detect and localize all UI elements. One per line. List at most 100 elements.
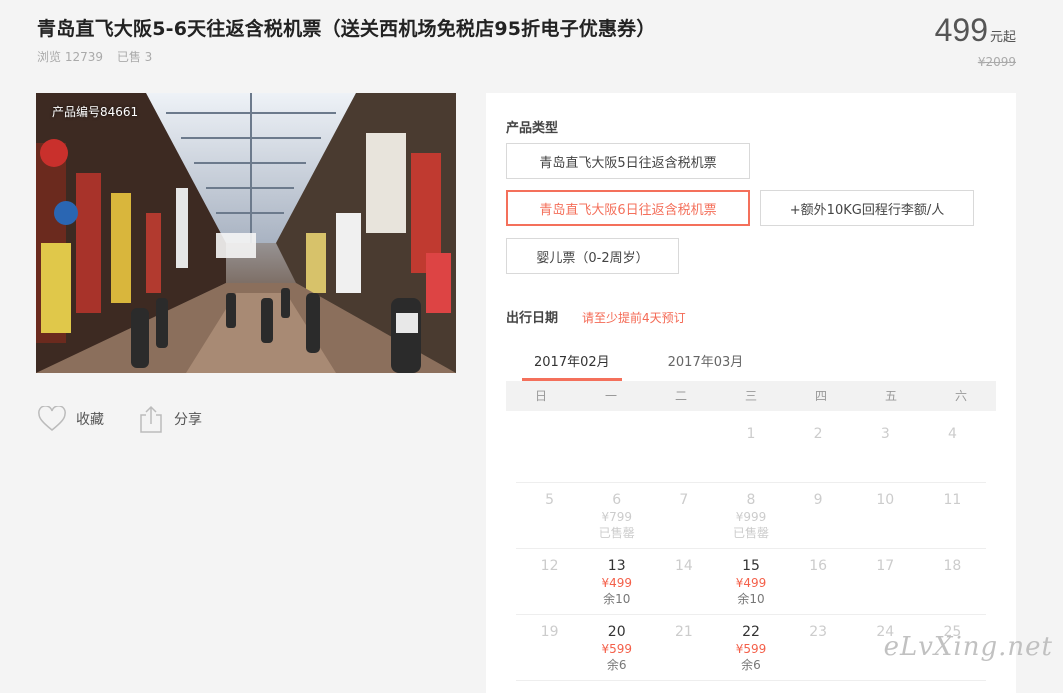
product-title: 青岛直飞大阪5-6天往返含税机票（送关西机场免税店95折电子优惠券）	[37, 18, 656, 40]
day-number: 19	[540, 624, 559, 640]
share-icon	[140, 405, 162, 433]
price-box: 499 元起 ¥2099	[935, 12, 1016, 69]
day-number: 22	[742, 624, 760, 640]
day-number: 12	[540, 558, 559, 574]
day-number: 18	[943, 558, 962, 574]
calendar-day: 4	[919, 417, 986, 482]
weekday-label: 五	[884, 389, 897, 403]
calendar-day: 14	[650, 549, 717, 614]
day-number: 23	[809, 624, 828, 640]
day-price: ¥499	[601, 576, 632, 590]
booking-hint: 请至少提前4天预订	[582, 311, 686, 325]
calendar-day: 17	[852, 549, 919, 614]
share-label: 分享	[174, 412, 202, 428]
day-number: 13	[607, 558, 626, 574]
date-label: 出行日期	[506, 311, 559, 326]
price-unit: 元起	[989, 30, 1016, 45]
product-photo: 产品编号84661	[36, 93, 456, 373]
calendar-day: 5	[516, 483, 583, 548]
day-price: ¥599	[601, 642, 632, 656]
share-button[interactable]: 分享	[138, 405, 202, 433]
calendar-day[interactable]: 20 ¥599 余6	[583, 615, 650, 680]
option-extra-luggage[interactable]: +额外10KG回程行李额/人	[760, 190, 974, 226]
calendar-day: 21	[650, 615, 717, 680]
day-number: 3	[880, 426, 890, 442]
day-number: 5	[545, 492, 555, 508]
option-infant-ticket[interactable]: 婴儿票（0-2周岁）	[506, 238, 679, 274]
calendar-week: 12 13 ¥499 余10 14 15 ¥499 余10 16 17 18	[516, 549, 986, 615]
calendar-day: 7	[650, 483, 717, 548]
day-number: 10	[876, 492, 895, 508]
weekday-header: 日 一 二 三 四 五 六	[506, 381, 996, 411]
day-number: 2	[813, 426, 823, 442]
month-tabs: 2017年02月 2017年03月	[522, 351, 789, 381]
calendar-day: 23	[785, 615, 852, 680]
weekday-label: 六	[954, 389, 967, 403]
calendar-day[interactable]: 22 ¥599 余6	[717, 615, 784, 680]
option-5day-ticket[interactable]: 青岛直飞大阪5日往返含税机票	[506, 143, 750, 179]
price-value: 499	[934, 12, 988, 48]
site-watermark: eLvXing.net	[883, 632, 1053, 662]
day-stock: 已售罄	[732, 526, 769, 540]
calendar-day[interactable]: 15 ¥499 余10	[717, 549, 784, 614]
day-number: 4	[947, 426, 957, 442]
calendar-day[interactable]: 13 ¥499 余10	[583, 549, 650, 614]
day-stock: 已售罄	[598, 526, 635, 540]
day-stock: 余6	[606, 658, 627, 672]
weekday-label: 日	[534, 389, 547, 403]
day-price: ¥799	[601, 510, 632, 524]
day-number: 17	[876, 558, 895, 574]
day-stock: 余6	[741, 658, 761, 672]
calendar-day: 16	[785, 549, 852, 614]
calendar-empty-cell	[516, 417, 583, 482]
action-bar: 收藏 分享	[38, 405, 236, 433]
option-6day-ticket[interactable]: 青岛直飞大阪6日往返含税机票	[506, 190, 750, 226]
day-number: 16	[809, 558, 828, 574]
day-number: 14	[674, 558, 693, 574]
product-meta: 浏览 12739 已售 3	[37, 48, 162, 65]
tab-month-mar[interactable]: 2017年03月	[656, 351, 756, 381]
calendar-empty-cell	[650, 417, 717, 482]
day-number: 8	[746, 492, 756, 508]
sold-count: 已售 3	[116, 50, 153, 64]
calendar-day: 2	[785, 417, 852, 482]
calendar-day: 9	[785, 483, 852, 548]
favorite-label: 收藏	[76, 412, 104, 428]
tab-month-feb[interactable]: 2017年02月	[522, 351, 622, 381]
calendar-day: 10	[852, 483, 919, 548]
day-number: 7	[679, 492, 689, 508]
day-number: 21	[674, 624, 693, 640]
calendar-week: 5 6 ¥799 已售罄 7 8 ¥999 已售罄 9 10 11	[516, 483, 986, 549]
product-type-label: 产品类型	[506, 121, 559, 136]
weekday-label: 一	[604, 389, 617, 403]
calendar-day: 1	[717, 417, 784, 482]
day-number: 15	[742, 558, 760, 574]
calendar-day: 12	[516, 549, 583, 614]
day-number: 11	[943, 492, 962, 508]
original-price: ¥2099	[977, 55, 1016, 69]
weekday-label: 二	[674, 389, 687, 403]
product-code-label: 产品编号84661	[52, 105, 139, 119]
booking-panel: 产品类型 青岛直飞大阪5日往返含税机票 青岛直飞大阪6日往返含税机票 +额外10…	[486, 93, 1016, 693]
day-number: 1	[746, 426, 756, 442]
calendar-day: 6 ¥799 已售罄	[583, 483, 650, 548]
favorite-button[interactable]: 收藏	[38, 405, 104, 433]
calendar-day: 11	[919, 483, 986, 548]
view-count: 浏览 12739	[37, 50, 103, 64]
day-stock: 余10	[603, 592, 631, 606]
calendar-week: 1 2 3 4	[516, 417, 986, 483]
calendar-day: 19	[516, 615, 583, 680]
heart-icon	[38, 406, 66, 431]
calendar-day: 18	[919, 549, 986, 614]
calendar-empty-cell	[583, 417, 650, 482]
weekday-label: 三	[744, 389, 757, 403]
calendar-day: 8 ¥999 已售罄	[717, 483, 784, 548]
weekday-label: 四	[814, 389, 827, 403]
day-number: 20	[607, 624, 626, 640]
day-price: ¥599	[735, 642, 767, 656]
day-stock: 余10	[737, 592, 765, 606]
calendar-day: 3	[852, 417, 919, 482]
day-price: ¥499	[735, 576, 767, 590]
day-price: ¥999	[735, 510, 767, 524]
day-number: 9	[813, 492, 823, 508]
